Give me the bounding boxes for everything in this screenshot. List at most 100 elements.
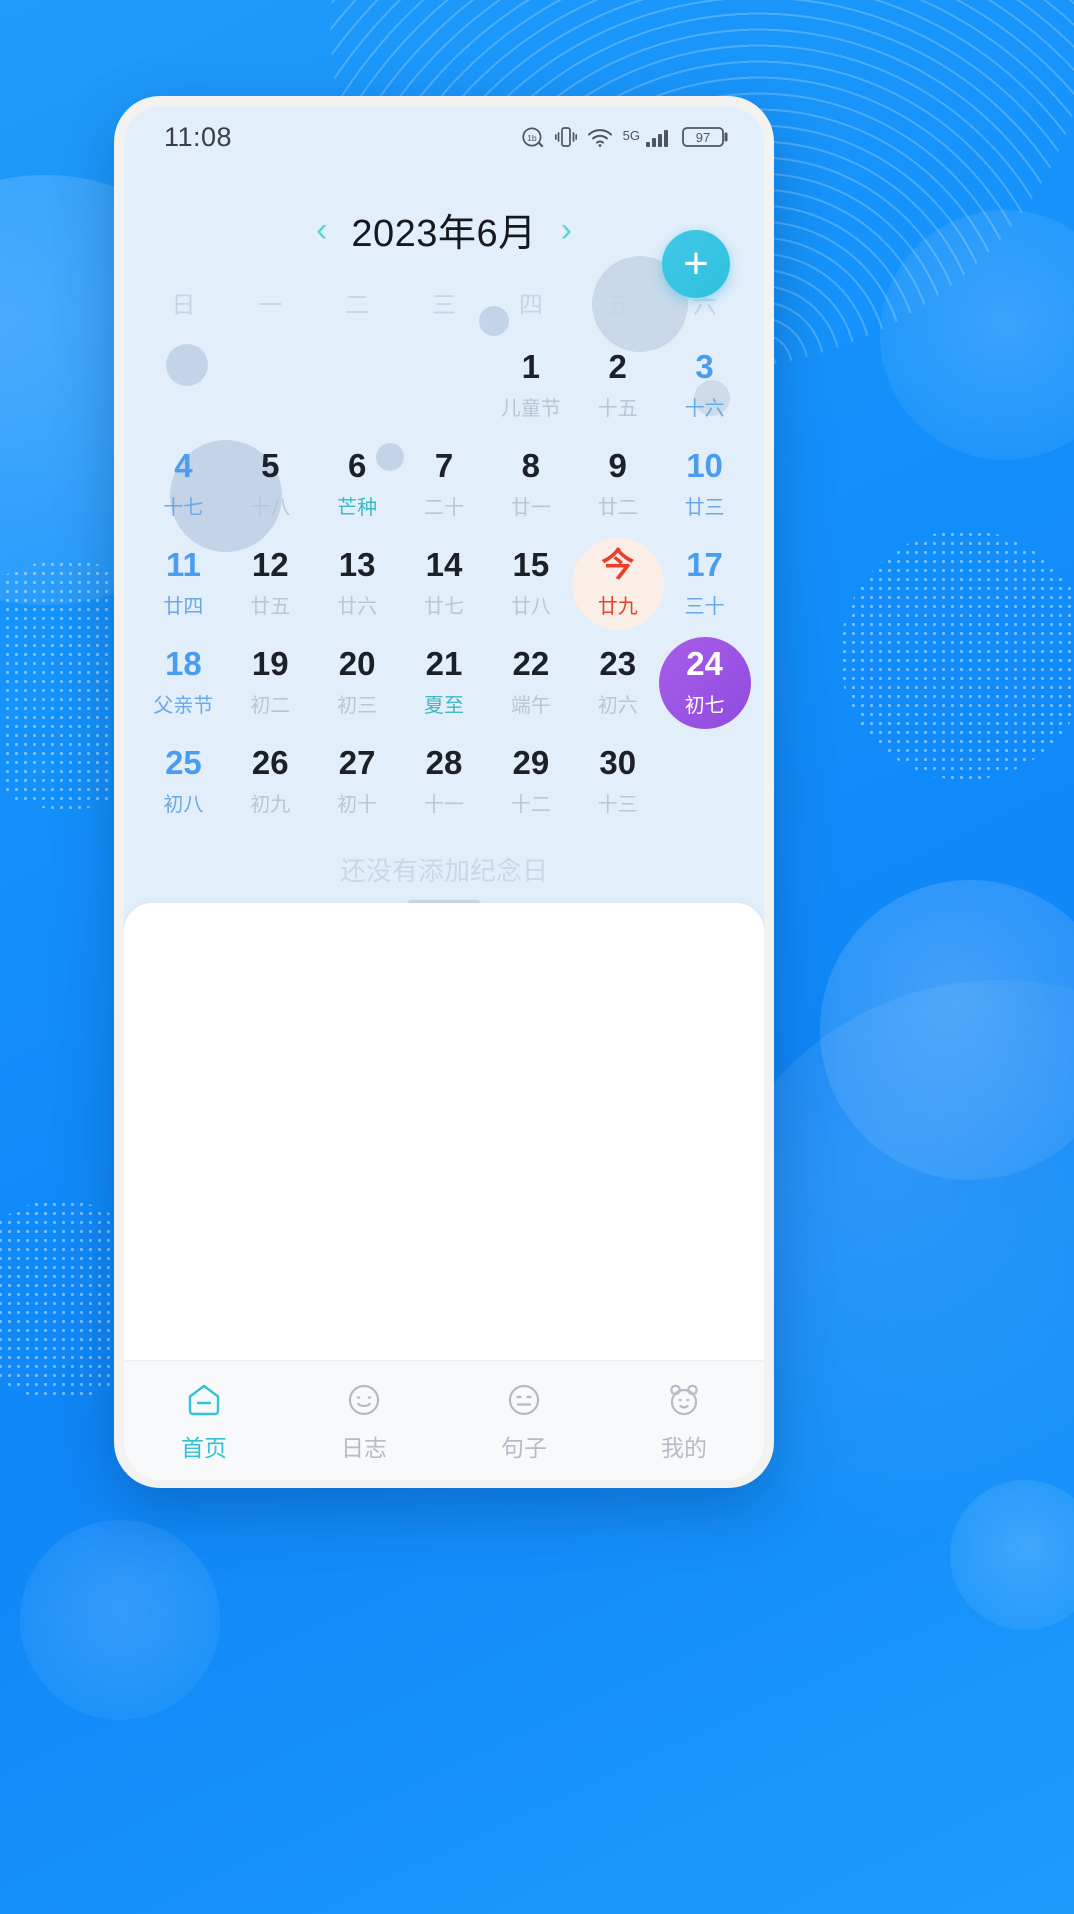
calendar-day-cell[interactable]: 10 廿三	[661, 437, 748, 532]
calendar-day-cell[interactable]: 19 初二	[227, 635, 314, 730]
day-number: 5	[261, 447, 280, 485]
battery-icon: 97	[682, 124, 730, 150]
day-lunar-label: 芒种	[337, 496, 378, 519]
calendar-day-cell[interactable]: 28 十一	[401, 734, 488, 829]
day-lunar-label: 廿七	[423, 595, 464, 618]
day-number: 9	[608, 447, 627, 485]
calendar-day-cell[interactable]: 2 十五	[574, 338, 661, 433]
day-number: 28	[425, 744, 463, 782]
day-number: 6	[347, 447, 367, 485]
day-lunar-label: 十六	[684, 397, 725, 420]
calendar-day-cell[interactable]: 13 廿六	[314, 536, 401, 631]
weekday-label-1: 一	[258, 292, 283, 319]
nav-item-label: 首页	[181, 1434, 227, 1461]
status-bar: 11:08 1b 5G 97	[124, 106, 764, 168]
day-number: 1	[521, 348, 541, 386]
calendar-day-cell[interactable]: 26 初九	[227, 734, 314, 829]
home-icon	[183, 1379, 225, 1421]
day-lunar-label: 廿八	[510, 595, 551, 618]
vibrate-icon	[554, 124, 577, 150]
weekday-label-3: 三	[431, 292, 456, 319]
day-number: 19	[251, 645, 289, 683]
calendar-day-cell[interactable]: 15 廿八	[487, 536, 574, 631]
calendar-card: ‹ 2023年6月 › + 日一二三四五六 1 儿童节 2 十五 3 十六 4 十七 5 十八 6 芒…	[124, 168, 764, 931]
day-lunar-label: 初二	[250, 694, 291, 717]
nav-item-3[interactable]: 我的	[604, 1379, 764, 1463]
add-anniversary-button[interactable]: +	[662, 230, 730, 298]
signal-icon	[645, 125, 673, 149]
day-number: 29	[512, 744, 550, 782]
calendar-day-cell[interactable]: 今廿九	[571, 536, 664, 631]
decorative-dot-pattern	[840, 530, 1074, 780]
calendar-day-cell[interactable]: 21 夏至	[401, 635, 488, 730]
calendar-day-cell[interactable]: 25 初八	[140, 734, 227, 829]
bottom-navigation-bar: 首页 日志 句子 我的	[124, 1360, 764, 1480]
nav-item-1[interactable]: 日志	[284, 1379, 444, 1463]
profile-bear-icon	[663, 1379, 705, 1421]
day-lunar-label: 廿六	[337, 595, 378, 618]
month-title[interactable]: 2023年6月	[351, 202, 536, 257]
prev-month-button[interactable]: ‹	[310, 209, 333, 251]
weekday-label-2: 二	[345, 292, 370, 319]
status-bar-clock: 11:08	[164, 121, 233, 152]
day-number: 24	[686, 645, 723, 683]
status-bar-icons: 1b 5G 97	[520, 124, 730, 150]
calendar-day-cell[interactable]: 7 二十	[401, 437, 488, 532]
calendar-day-cell[interactable]: 23 初六	[574, 635, 661, 730]
calendar-day-cell[interactable]: 22 端午	[487, 635, 574, 730]
quote-face-icon	[503, 1379, 545, 1421]
day-lunar-label: 廿一	[510, 496, 551, 519]
calendar-day-grid: 1 儿童节 2 十五 3 十六 4 十七 5 十八 6 芒种 7 二十 8 廿一 9 廿二 10 廿三 11 廿四 12 廿五…	[124, 320, 764, 829]
calendar-day-cell[interactable]: 12 廿五	[227, 536, 314, 631]
calendar-day-cell[interactable]: 20 初三	[314, 635, 401, 730]
calendar-day-cell[interactable]: 18 父亲节	[140, 635, 227, 730]
calendar-day-cell[interactable]: 29 十二	[487, 734, 574, 829]
day-number: 14	[425, 546, 463, 584]
nav-item-0[interactable]: 首页	[124, 1379, 284, 1463]
calendar-day-cell[interactable]: 8 廿一	[487, 437, 574, 532]
calendar-day-cell[interactable]: 3 十六	[661, 338, 748, 433]
day-number: 30	[599, 744, 637, 782]
calendar-day-cell[interactable]: 1 儿童节	[487, 338, 574, 433]
network-type-label: 5G	[622, 128, 640, 143]
day-lunar-label: 廿四	[163, 595, 204, 618]
alarm-icon: 1b	[520, 124, 546, 150]
day-lunar-label: 十七	[163, 496, 204, 519]
day-number: 3	[695, 348, 714, 386]
day-lunar-label: 廿九	[597, 595, 638, 618]
day-number: 4	[174, 447, 193, 485]
day-number: 18	[165, 645, 202, 683]
day-lunar-label: 初九	[250, 793, 291, 816]
next-month-button[interactable]: ›	[555, 209, 578, 251]
wifi-icon	[586, 125, 614, 149]
day-number: 13	[338, 546, 376, 584]
nav-item-label: 句子	[501, 1434, 547, 1461]
day-number: 15	[512, 546, 550, 584]
empty-state-hint: 还没有添加纪念日	[339, 856, 548, 886]
calendar-day-cell[interactable]: 5 十八	[227, 437, 314, 532]
day-number: 25	[165, 744, 202, 782]
calendar-day-cell[interactable]: 30 十三	[574, 734, 661, 829]
day-lunar-label: 父亲节	[153, 694, 214, 717]
nav-item-label: 日志	[341, 1434, 387, 1461]
calendar-day-cell[interactable]: 24 初七	[658, 635, 751, 730]
day-lunar-label: 初六	[597, 694, 638, 717]
calendar-day-cell[interactable]: 14 廿七	[401, 536, 488, 631]
nav-item-2[interactable]: 句子	[444, 1379, 604, 1463]
calendar-day-cell[interactable]: 27 初十	[314, 734, 401, 829]
decorative-blob	[20, 1520, 220, 1720]
calendar-day-cell[interactable]: 4 十七	[140, 437, 227, 532]
calendar-day-cell[interactable]: 17 三十	[661, 536, 748, 631]
calendar-day-cell[interactable]: 6 芒种	[314, 437, 401, 532]
phone-screen: 11:08 1b 5G 97 ‹ 2023年6月 › + 日 一 二 三 四 五…	[124, 106, 764, 1480]
day-lunar-label: 初三	[337, 694, 378, 717]
calendar-day-cell[interactable]: 11 廿四	[140, 536, 227, 631]
day-number: 27	[338, 744, 376, 782]
plus-icon: +	[683, 239, 709, 288]
calendar-day-cell[interactable]: 9 廿二	[574, 437, 661, 532]
day-number: 10	[686, 447, 723, 485]
day-lunar-label: 十一	[423, 793, 464, 816]
day-lunar-label: 廿三	[684, 496, 725, 519]
day-lunar-label: 廿二	[597, 496, 638, 519]
day-number: 26	[251, 744, 289, 782]
